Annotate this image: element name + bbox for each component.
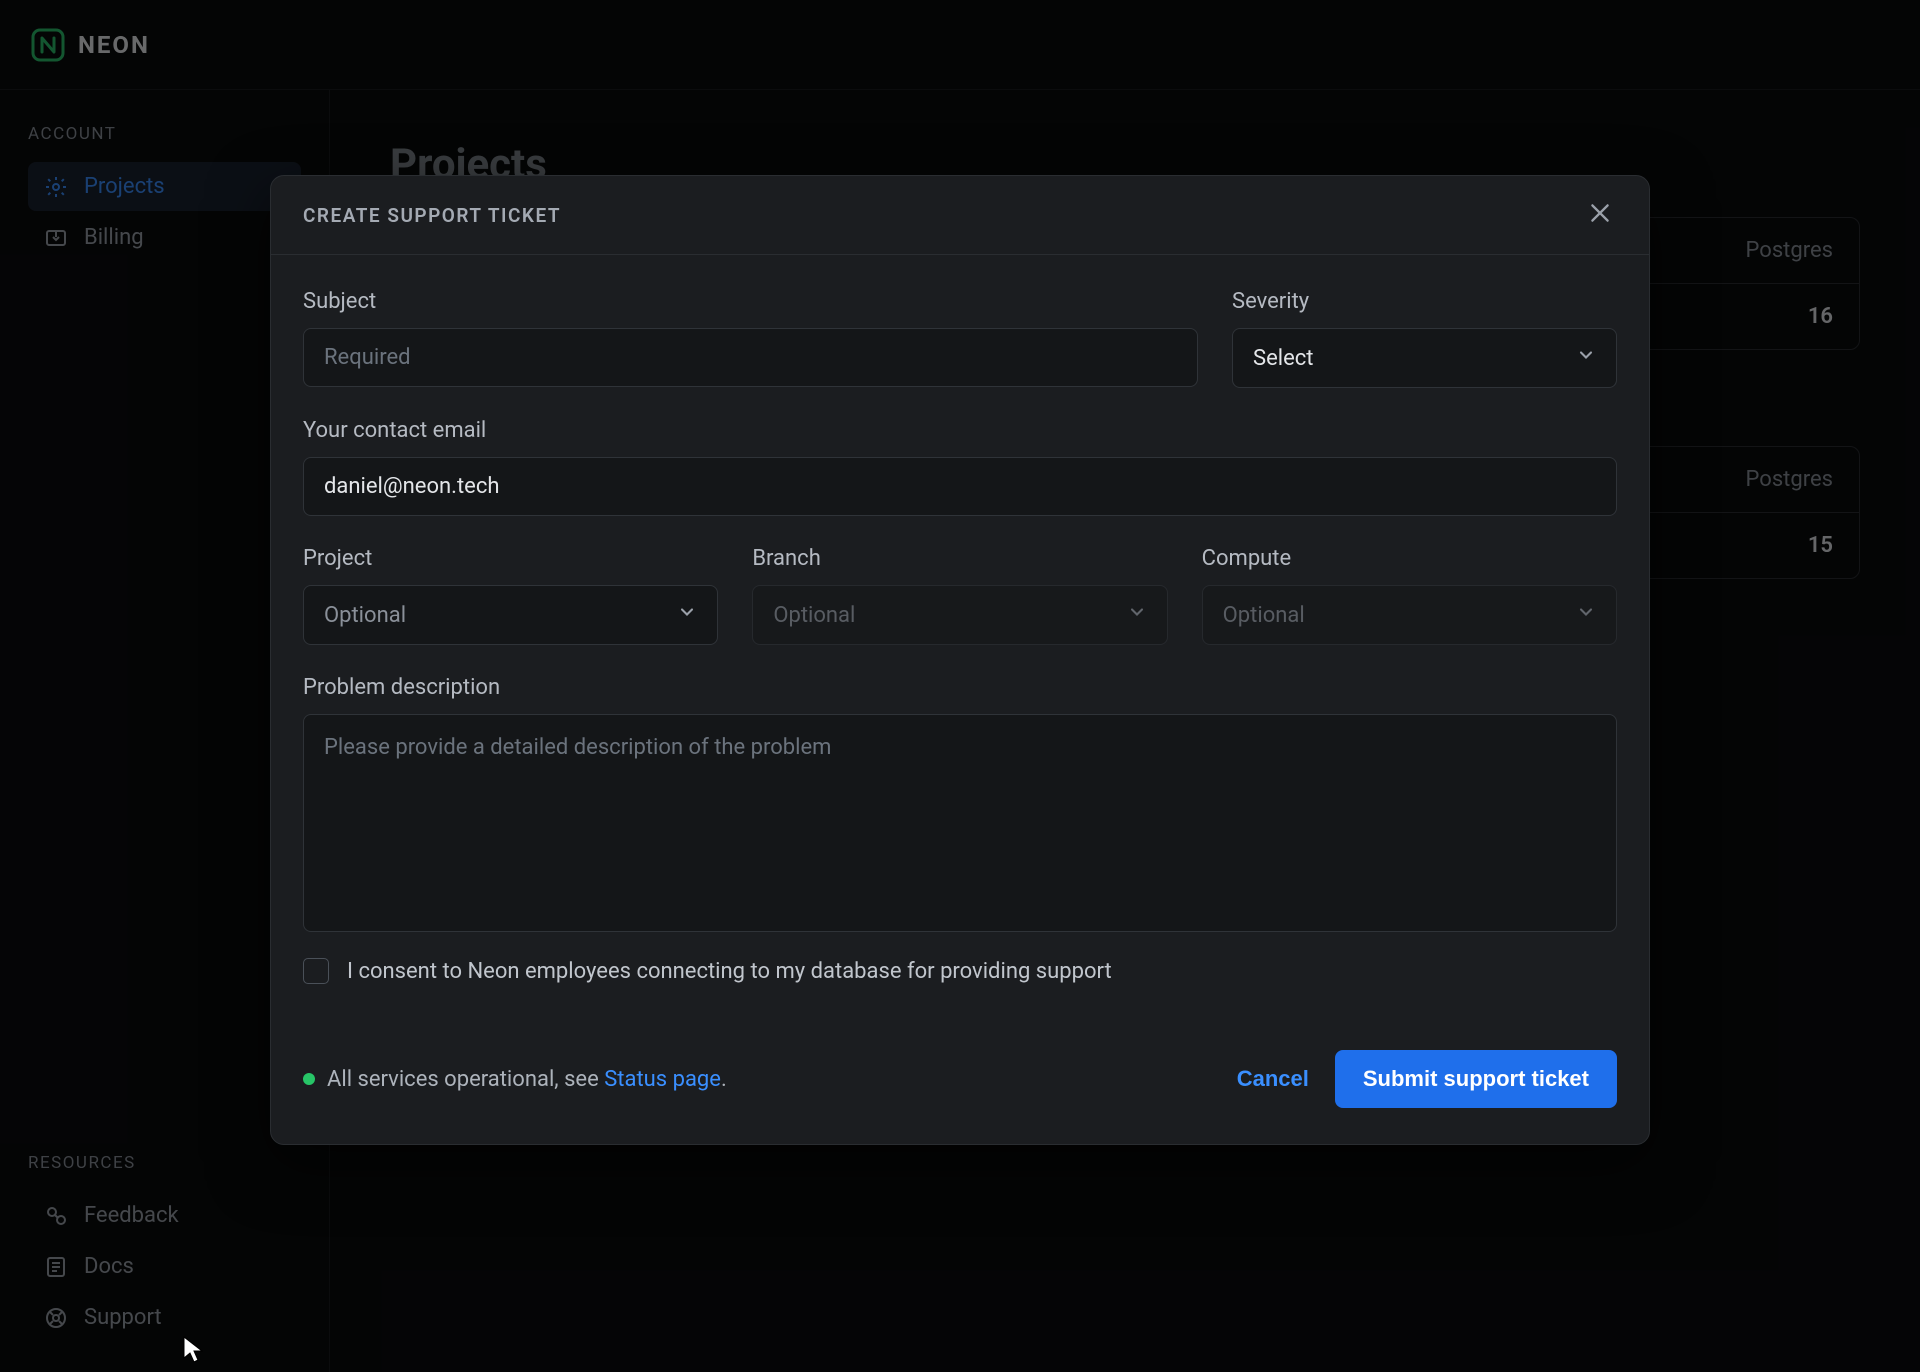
- modal-overlay: CREATE SUPPORT TICKET Subject Severity S…: [0, 0, 1920, 1372]
- chevron-down-icon: [1576, 602, 1596, 628]
- consent-text: I consent to Neon employees connecting t…: [347, 959, 1112, 984]
- compute-select: Optional: [1202, 585, 1617, 645]
- status-text: All services operational, see: [327, 1067, 604, 1092]
- chevron-down-icon: [677, 602, 697, 628]
- severity-value: Select: [1253, 346, 1313, 371]
- submit-button[interactable]: Submit support ticket: [1335, 1050, 1617, 1108]
- project-value: Optional: [324, 603, 406, 628]
- email-label: Your contact email: [303, 418, 1617, 443]
- subject-input[interactable]: [303, 328, 1198, 387]
- branch-value: Optional: [773, 603, 855, 628]
- consent-checkbox[interactable]: [303, 958, 329, 984]
- severity-select[interactable]: Select: [1232, 328, 1617, 388]
- status-dot-icon: [303, 1073, 315, 1085]
- modal-title: CREATE SUPPORT TICKET: [303, 204, 561, 227]
- close-icon: [1587, 200, 1613, 230]
- chevron-down-icon: [1576, 345, 1596, 371]
- status-page-link[interactable]: Status page: [604, 1067, 721, 1092]
- project-select[interactable]: Optional: [303, 585, 718, 645]
- branch-select: Optional: [752, 585, 1167, 645]
- description-label: Problem description: [303, 675, 1617, 700]
- status-line: All services operational, see Status pag…: [303, 1067, 727, 1092]
- close-button[interactable]: [1583, 198, 1617, 232]
- subject-label: Subject: [303, 289, 1198, 314]
- severity-label: Severity: [1232, 289, 1617, 314]
- chevron-down-icon: [1127, 602, 1147, 628]
- description-textarea[interactable]: [303, 714, 1617, 932]
- compute-label: Compute: [1202, 546, 1617, 571]
- cancel-button[interactable]: Cancel: [1237, 1066, 1309, 1092]
- support-ticket-modal: CREATE SUPPORT TICKET Subject Severity S…: [270, 175, 1650, 1145]
- branch-label: Branch: [752, 546, 1167, 571]
- project-label: Project: [303, 546, 718, 571]
- compute-value: Optional: [1223, 603, 1305, 628]
- email-input[interactable]: [303, 457, 1617, 516]
